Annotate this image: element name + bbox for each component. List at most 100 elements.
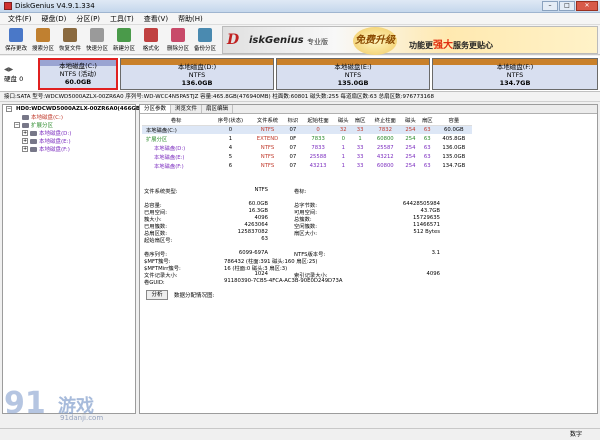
- window-title: DiskGenius V4.9.1.334: [15, 2, 95, 10]
- partition-fs: NTFS: [344, 71, 362, 79]
- toolbar-button-7[interactable]: 备份分区: [193, 25, 217, 55]
- column-header[interactable]: 磁头: [402, 116, 419, 126]
- column-header[interactable]: 起始柱面: [301, 116, 335, 126]
- column-header[interactable]: 卷标: [142, 116, 211, 126]
- column-header[interactable]: 文件系统: [250, 116, 285, 126]
- column-header[interactable]: 标识: [284, 116, 302, 126]
- partition-table: 卷标 序号(状态) 文件系统 标识 起始柱面 磁头 扇区 终止柱面 磁头 扇区 容量 本地磁盘(C:)…: [142, 116, 472, 170]
- table-cell: 33: [356, 162, 364, 169]
- column-header[interactable]: 序号(状态): [210, 116, 251, 126]
- property-value: 15729635: [413, 215, 440, 221]
- property-row: 文件记录大小: 1024 索引记录大小: 4096: [144, 271, 444, 279]
- table-cell: 134.7GB: [442, 162, 466, 169]
- slogan-part: 功能更: [409, 41, 433, 50]
- table-cell: 63: [423, 153, 431, 160]
- table-row[interactable]: 本地磁盘(D:) 4 NTFS 07 7833 1 33 25587 254 63 136.0GB: [142, 143, 472, 152]
- main-panel: 分区参数 浏览文件 扇区编辑 卷标 序号(状态) 文件系统 标识 起始柱面 磁头 扇区 终止柱…: [139, 104, 598, 414]
- table-cell: NTFS: [260, 162, 275, 169]
- expand-toggle[interactable]: −: [6, 106, 12, 112]
- toolbar-button-3[interactable]: 快速分区: [85, 25, 109, 55]
- table-cell: 7833: [311, 144, 325, 151]
- tab-sector-edit[interactable]: 扇区编辑: [202, 105, 234, 113]
- diskgenius-logo: D: [227, 32, 240, 48]
- table-cell: 7833: [311, 135, 325, 142]
- table-cell: 33: [356, 153, 364, 160]
- expand-toggle[interactable]: +: [22, 130, 28, 136]
- disk-nav-arrows[interactable]: ◀▶: [4, 66, 38, 73]
- menu-file[interactable]: 文件(F): [3, 14, 37, 24]
- column-header[interactable]: 扇区: [351, 116, 369, 126]
- slogan-strong: 强大: [433, 40, 453, 51]
- tree-node[interactable]: − HD0:WDCWD5000AZLX-00ZR6A0(466GB): [3, 105, 143, 113]
- drive-icon: [22, 114, 29, 120]
- close-button[interactable]: ✕: [576, 1, 598, 11]
- property-row: 卷GUID: 91180390-7CB5-4FCA-AC3B-90E0D249D7…: [144, 278, 444, 286]
- column-header[interactable]: 容量: [435, 116, 472, 126]
- table-cell: 6: [228, 162, 233, 169]
- toolbar-button-2[interactable]: 恢复文件: [58, 25, 82, 55]
- table-cell: 4: [228, 144, 233, 151]
- minimize-button[interactable]: –: [542, 1, 558, 11]
- tab-partition-params[interactable]: 分区参数: [140, 105, 172, 113]
- table-cell: 43213: [309, 162, 327, 169]
- table-cell: 0: [341, 135, 345, 142]
- toolbar-button-label: 保存更改: [4, 46, 27, 52]
- property-row: $MFTMirr簇号: 16 (柱面:0 磁头:3 扇区:3): [144, 264, 444, 272]
- toolbar-button-4[interactable]: 新建分区: [112, 25, 136, 55]
- column-header[interactable]: 终止柱面: [368, 116, 403, 126]
- table-cell: 254: [402, 125, 419, 134]
- disk-partition-block[interactable]: 本地磁盘(F:) NTFS 134.7GB: [432, 58, 598, 90]
- table-row[interactable]: 本地磁盘(F:) 6 NTFS 07 43213 1 33 60800 254 63 134.7GB: [142, 161, 472, 170]
- menu-partition[interactable]: 分区(P): [71, 14, 105, 24]
- partition-name: 本地磁盘(D:): [177, 63, 217, 71]
- partition-size: 134.7GB: [499, 79, 531, 87]
- table-cell: 33: [356, 144, 364, 151]
- recover-icon: [63, 28, 77, 42]
- tree-node-label: 本地磁盘(E:): [39, 139, 71, 145]
- table-cell: 0F: [289, 135, 297, 142]
- maximize-button[interactable]: □: [559, 1, 575, 11]
- promo-banner[interactable]: D iskGenius 专业版 免费升级 功能更强大服务更贴心: [222, 26, 598, 55]
- menu-disk[interactable]: 硬盘(D): [37, 14, 72, 24]
- tree-node[interactable]: + 本地磁盘(E:): [3, 137, 135, 145]
- tree-node[interactable]: + 本地磁盘(F:): [3, 145, 135, 153]
- toolbar-button-0[interactable]: 保存更改: [4, 25, 28, 55]
- expand-toggle[interactable]: +: [22, 146, 28, 152]
- column-header[interactable]: 磁头: [334, 116, 352, 126]
- analyze-button[interactable]: 分析: [146, 290, 168, 300]
- table-row[interactable]: 本地磁盘(C:) 0 NTFS 07 0 32 33 7832 254 63 60.0GB: [142, 125, 472, 134]
- drive-icon: [30, 146, 37, 152]
- property-value: 4096: [254, 215, 268, 221]
- expand-toggle[interactable]: −: [14, 122, 20, 128]
- toolbar-button-5[interactable]: 格式化: [139, 25, 163, 55]
- tree-node[interactable]: − 扩展分区: [3, 121, 135, 129]
- partition-properties: 文件系统类型: NTFS 卷标: 总容量: 60.0GB 总字节数: 64428505984…: [144, 187, 444, 286]
- disk-partition-block[interactable]: 本地磁盘(E:) NTFS 135.0GB: [276, 58, 430, 90]
- expand-toggle[interactable]: +: [22, 138, 28, 144]
- column-header[interactable]: 扇区: [418, 116, 436, 126]
- tree-node[interactable]: 本地磁盘(C:): [3, 113, 135, 121]
- menu-tools[interactable]: 工具(T): [105, 14, 139, 24]
- table-row[interactable]: 本地磁盘(E:) 5 NTFS 07 25588 1 33 43212 254 63 135.0GB: [142, 152, 472, 161]
- property-value: 16.3GB: [248, 208, 268, 214]
- tree-node[interactable]: + 本地磁盘(D:): [3, 129, 135, 137]
- drive-icon: [30, 138, 37, 144]
- table-row[interactable]: 扩展分区 1 EXTEND 0F 7833 0 1 60800 254 63 405.8GB: [142, 134, 472, 143]
- disk-partition-bar: ◀▶ 硬盘 0 本地磁盘(C:) NTFS (活动) 60.0GB 本地磁盘(D:) N…: [0, 56, 600, 92]
- disk-partition-block[interactable]: 本地磁盘(D:) NTFS 136.0GB: [120, 58, 274, 90]
- table-cell: 136.0GB: [442, 144, 466, 151]
- disk-partition-block[interactable]: 本地磁盘(C:) NTFS (活动) 60.0GB: [38, 58, 118, 90]
- table-cell: 33: [351, 125, 369, 134]
- table-cell: 7832: [368, 125, 403, 134]
- menu-view[interactable]: 查看(V): [139, 14, 173, 24]
- table-cell: 63: [418, 125, 436, 134]
- tab-browse-files[interactable]: 浏览文件: [171, 105, 203, 113]
- toolbar-button-6[interactable]: 删除分区: [166, 25, 190, 55]
- menu-help[interactable]: 帮助(H): [173, 14, 208, 24]
- toolbar-button-1[interactable]: 搜索分区: [31, 25, 55, 55]
- table-cell: 5: [228, 153, 233, 160]
- toolbar-button-label: 搜索分区: [31, 46, 54, 52]
- property-value: 125837082: [237, 229, 268, 235]
- property-row: 簇大小: 4096 总簇数: 15729635: [144, 215, 444, 223]
- disk-tree-panel: − HD0:WDCWD5000AZLX-00ZR6A0(466GB) 本地磁盘(C:…: [2, 104, 143, 414]
